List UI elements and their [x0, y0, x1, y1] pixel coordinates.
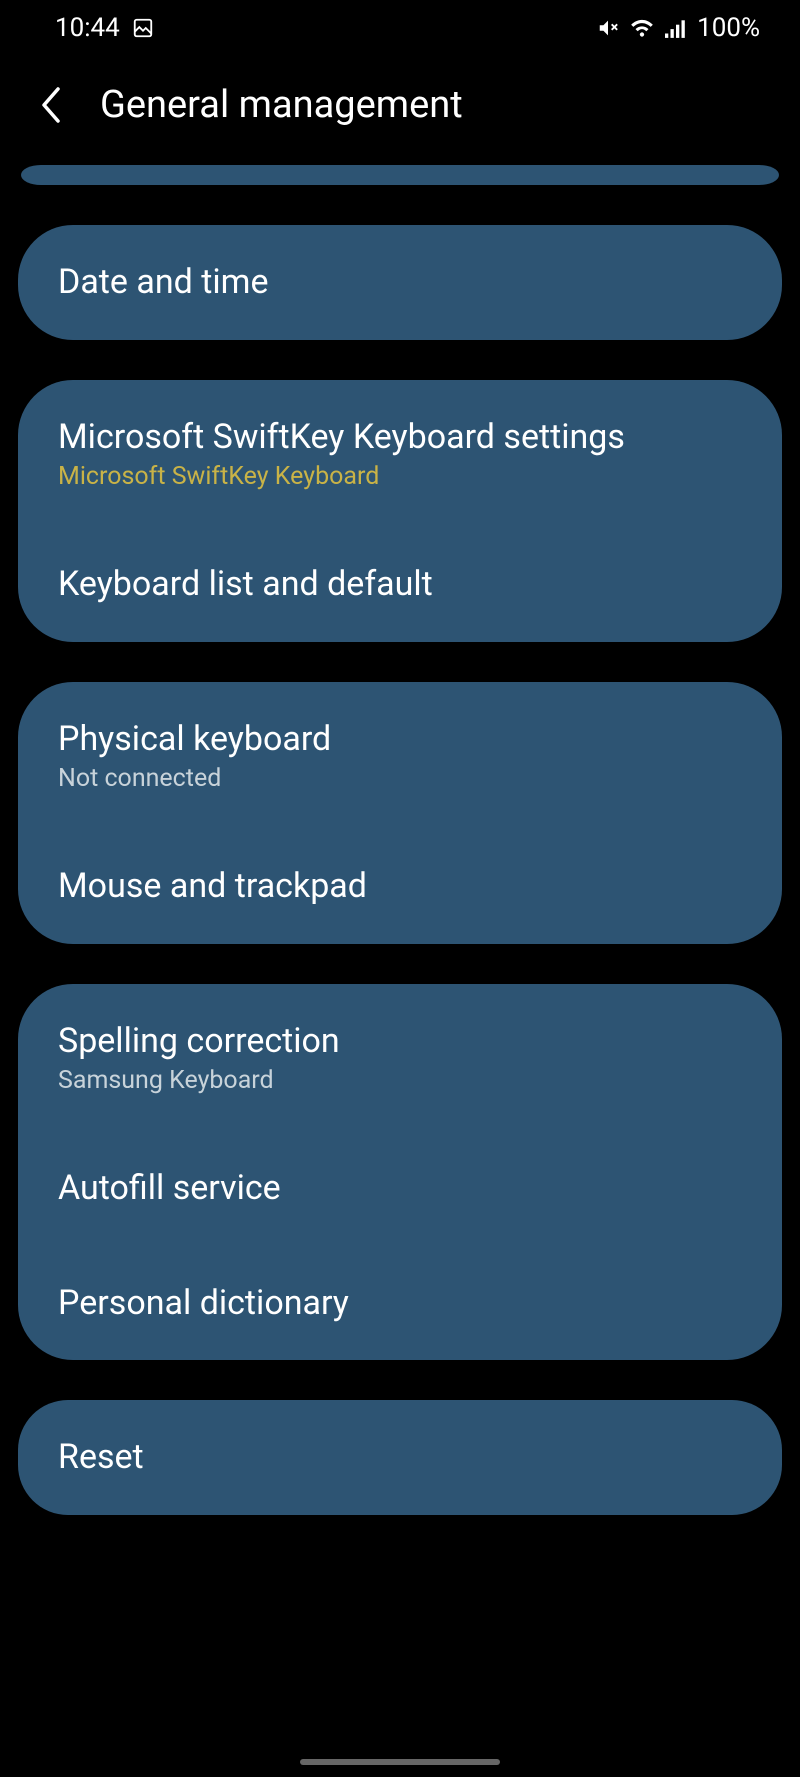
item-title: Microsoft SwiftKey Keyboard settings: [58, 416, 742, 459]
status-bar: 10:44: [0, 0, 800, 55]
navigation-handle[interactable]: [300, 1759, 500, 1765]
chevron-left-icon: [38, 85, 62, 125]
item-autofill-service[interactable]: Autofill service: [18, 1131, 782, 1246]
item-keyboard-list-default[interactable]: Keyboard list and default: [18, 527, 782, 642]
settings-group-keyboard: Microsoft SwiftKey Keyboard settings Mic…: [18, 380, 782, 642]
item-date-and-time[interactable]: Date and time: [18, 225, 782, 340]
item-mouse-trackpad[interactable]: Mouse and trackpad: [18, 829, 782, 944]
item-subtitle: Microsoft SwiftKey Keyboard: [58, 462, 742, 491]
status-time: 10:44: [55, 13, 120, 43]
item-title: Mouse and trackpad: [58, 865, 742, 908]
status-battery: 100%: [697, 13, 760, 43]
gallery-icon: [132, 17, 154, 39]
item-title: Keyboard list and default: [58, 563, 742, 606]
item-physical-keyboard[interactable]: Physical keyboard Not connected: [18, 682, 782, 830]
item-reset[interactable]: Reset: [18, 1400, 782, 1515]
item-subtitle: Not connected: [58, 764, 742, 793]
settings-group-text: Spelling correction Samsung Keyboard Aut…: [18, 984, 782, 1361]
mute-icon: [597, 17, 619, 39]
signal-icon: [665, 18, 687, 38]
settings-group-input-devices: Physical keyboard Not connected Mouse an…: [18, 682, 782, 944]
page-title: General management: [100, 83, 463, 127]
item-personal-dictionary[interactable]: Personal dictionary: [18, 1246, 782, 1361]
header: General management: [0, 55, 800, 165]
wifi-icon: [629, 17, 655, 39]
item-title: Physical keyboard: [58, 718, 742, 761]
item-spelling-correction[interactable]: Spelling correction Samsung Keyboard: [18, 984, 782, 1132]
back-button[interactable]: [28, 83, 72, 127]
item-title: Spelling correction: [58, 1020, 742, 1063]
item-title: Date and time: [58, 261, 742, 304]
item-subtitle: Samsung Keyboard: [58, 1066, 742, 1095]
settings-group-datetime: Date and time: [18, 225, 782, 340]
item-title: Personal dictionary: [58, 1282, 742, 1325]
item-title: Reset: [58, 1436, 742, 1479]
item-swiftkey-settings[interactable]: Microsoft SwiftKey Keyboard settings Mic…: [18, 380, 782, 528]
item-title: Autofill service: [58, 1167, 742, 1210]
settings-content: Date and time Microsoft SwiftKey Keyboar…: [0, 165, 800, 1515]
section-divider: [21, 165, 779, 185]
settings-group-reset: Reset: [18, 1400, 782, 1515]
